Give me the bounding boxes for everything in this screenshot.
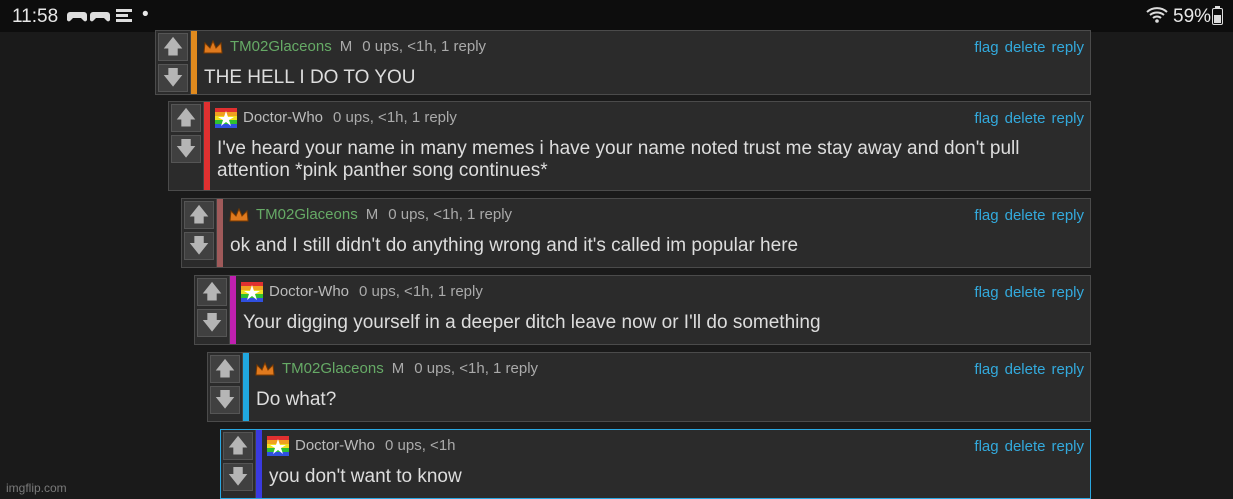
rainbow-star-icon: [241, 282, 269, 302]
upvote-button[interactable]: 🡅: [171, 104, 201, 132]
mod-badge: M: [339, 37, 353, 55]
comment-text: I've heard your name in many memes i hav…: [217, 138, 1020, 181]
comment-stats: 0 ups, <1h: [385, 436, 456, 454]
upvote-button[interactable]: 🡅: [184, 201, 214, 229]
comment-text: you don't want to know: [269, 466, 462, 487]
comment-actions: flag delete reply: [968, 207, 1084, 224]
comment-text: Do what?: [256, 389, 337, 410]
depth-bar: [217, 199, 223, 267]
vote-column: 🡅 🡇: [169, 102, 204, 190]
downvote-button[interactable]: 🡇: [197, 309, 227, 337]
delete-link[interactable]: delete: [1005, 39, 1046, 56]
comment-text: THE HELL I DO TO YOU: [204, 67, 416, 88]
comment-text: ok and I still didn't do anything wrong …: [230, 235, 799, 256]
comment-header: TM02Glaceons M 0 ups, <1h, 1 reply: [202, 37, 486, 59]
upvote-button[interactable]: 🡅: [210, 355, 240, 383]
username-link[interactable]: Doctor-Who: [243, 109, 323, 126]
game-controller-icon: [67, 12, 87, 22]
comment-stats: 0 ups, <1h, 1 reply: [333, 108, 457, 126]
depth-bar: [204, 102, 210, 190]
upvote-button[interactable]: 🡅: [158, 33, 188, 61]
vote-column: 🡅 🡇: [195, 276, 230, 344]
mod-badge: M: [391, 359, 405, 377]
comment: 🡅 🡇 TM02Glaceons M 0 ups, <1h, 1 reply flag de…: [207, 352, 1091, 422]
status-bar: 11:58 • 59%: [0, 0, 1233, 32]
flag-link[interactable]: flag: [974, 110, 998, 127]
comment-stats: 0 ups, <1h, 1 reply: [388, 205, 513, 223]
depth-bar: [256, 430, 262, 498]
username-link[interactable]: Doctor-Who: [269, 283, 349, 300]
vote-column: 🡅 🡇: [208, 353, 243, 421]
crown-icon: [202, 38, 230, 55]
delete-link[interactable]: delete: [1005, 284, 1046, 301]
username-link[interactable]: TM02Glaceons: [282, 360, 384, 377]
downvote-button[interactable]: 🡇: [171, 135, 201, 163]
watermark: imgflip.com: [6, 481, 67, 495]
reply-link[interactable]: reply: [1051, 438, 1084, 455]
battery-icon: [1212, 6, 1223, 25]
rainbow-star-icon: [267, 436, 295, 456]
game-controller-icon-2: [90, 12, 110, 22]
reply-link[interactable]: reply: [1051, 110, 1084, 127]
rainbow-star-icon: [215, 108, 243, 128]
wifi-icon: [1146, 7, 1168, 23]
mod-badge: M: [365, 205, 379, 223]
flag-link[interactable]: flag: [974, 438, 998, 455]
delete-link[interactable]: delete: [1005, 361, 1046, 378]
delete-link[interactable]: delete: [1005, 110, 1046, 127]
comment-actions: flag delete reply: [968, 284, 1084, 301]
comment-actions: flag delete reply: [968, 438, 1084, 455]
more-notifications-dot: •: [142, 4, 149, 25]
app-notification-icon: [116, 9, 132, 22]
comment-actions: flag delete reply: [968, 39, 1084, 56]
downvote-button[interactable]: 🡇: [223, 463, 253, 491]
comment-text: Your digging yourself in a deeper ditch …: [243, 312, 821, 333]
comment-header: Doctor-Who 0 ups, <1h: [267, 436, 456, 458]
depth-bar: [230, 276, 236, 344]
flag-link[interactable]: flag: [974, 361, 998, 378]
vote-column: 🡅 🡇: [182, 199, 217, 267]
comment-stats: 0 ups, <1h, 1 reply: [414, 359, 539, 377]
reply-link[interactable]: reply: [1051, 284, 1084, 301]
reply-link[interactable]: reply: [1051, 207, 1084, 224]
crown-icon: [254, 360, 282, 377]
crown-icon: [228, 206, 256, 223]
comment-header: TM02Glaceons M 0 ups, <1h, 1 reply: [254, 359, 538, 381]
username-link[interactable]: TM02Glaceons: [230, 38, 332, 55]
comment-stats: 0 ups, <1h, 1 reply: [362, 37, 487, 55]
reply-link[interactable]: reply: [1051, 39, 1084, 56]
comment: 🡅 🡇 Doctor-Who 0 ups, <1h flag delete reply you…: [220, 429, 1091, 499]
username-link[interactable]: Doctor-Who: [295, 437, 375, 454]
comment-stats: 0 ups, <1h, 1 reply: [359, 282, 483, 300]
flag-link[interactable]: flag: [974, 207, 998, 224]
comment: 🡅 🡇 Doctor-Who 0 ups, <1h, 1 reply flag delet…: [194, 275, 1091, 345]
comment: 🡅 🡇 TM02Glaceons M 0 ups, <1h, 1 reply flag de…: [181, 198, 1091, 268]
downvote-button[interactable]: 🡇: [210, 386, 240, 414]
comment-actions: flag delete reply: [968, 361, 1084, 378]
vote-column: 🡅 🡇: [156, 31, 191, 94]
flag-link[interactable]: flag: [974, 284, 998, 301]
flag-link[interactable]: flag: [974, 39, 998, 56]
username-link[interactable]: TM02Glaceons: [256, 206, 358, 223]
comment-header: Doctor-Who 0 ups, <1h, 1 reply: [241, 282, 483, 304]
depth-bar: [191, 31, 197, 94]
delete-link[interactable]: delete: [1005, 438, 1046, 455]
upvote-button[interactable]: 🡅: [223, 432, 253, 460]
upvote-button[interactable]: 🡅: [197, 278, 227, 306]
comment-header: Doctor-Who 0 ups, <1h, 1 reply: [215, 108, 457, 130]
comment: 🡅 🡇 Doctor-Who 0 ups, <1h, 1 reply flag delet…: [168, 101, 1091, 191]
comment-actions: flag delete reply: [968, 110, 1084, 127]
depth-bar: [243, 353, 249, 421]
status-time: 11:58: [12, 6, 59, 27]
vote-column: 🡅 🡇: [221, 430, 256, 498]
delete-link[interactable]: delete: [1005, 207, 1046, 224]
battery-percent: 59%: [1173, 6, 1212, 27]
reply-link[interactable]: reply: [1051, 361, 1084, 378]
downvote-button[interactable]: 🡇: [184, 232, 214, 260]
comment: 🡅 🡇 TM02Glaceons M 0 ups, <1h, 1 reply flag de…: [155, 30, 1091, 95]
downvote-button[interactable]: 🡇: [158, 64, 188, 92]
comment-header: TM02Glaceons M 0 ups, <1h, 1 reply: [228, 205, 512, 227]
